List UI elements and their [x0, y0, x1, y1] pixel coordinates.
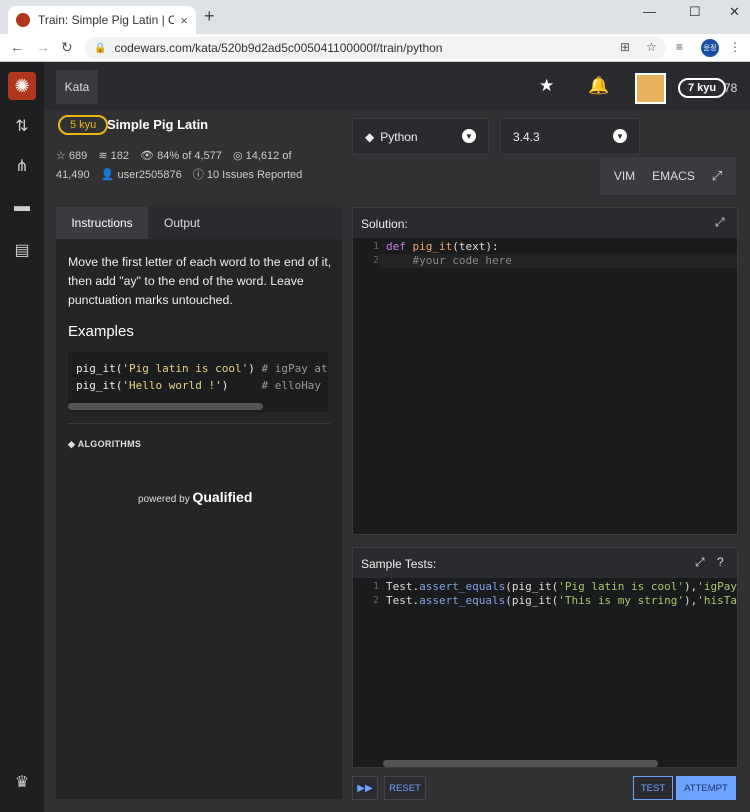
reading-list-icon[interactable]: ≡ — [676, 40, 683, 54]
tab-output[interactable]: Output — [148, 207, 216, 239]
completed-icon: ◎ 14,612 of — [232, 150, 292, 162]
profile-avatar[interactable]: 윤정 — [701, 39, 719, 57]
back-icon[interactable]: ← — [10, 39, 24, 55]
vim-mode-button[interactable]: VIM — [600, 157, 649, 195]
minimize-icon[interactable]: — — [643, 4, 656, 19]
solution-code[interactable]: def pig_it(text): #your code here — [386, 240, 512, 268]
tests-heading: Sample Tests: — [361, 557, 437, 571]
practice-icon[interactable]: ⇅ — [0, 116, 44, 136]
leaderboard-trophy-icon[interactable]: ♛ — [0, 772, 44, 792]
fullscreen-icon[interactable]: ⤢ — [698, 157, 736, 195]
user-rank-badge: 7 kyu — [678, 78, 727, 98]
completed-total: 41,490 — [56, 169, 90, 181]
codewars-logo-icon[interactable]: ✺ — [8, 72, 36, 100]
kata-description: Move the first letter of each word to th… — [68, 255, 332, 307]
satisfaction-icon: 👁 84% of 4,577 — [140, 150, 222, 162]
reset-button[interactable]: RESET — [384, 776, 426, 800]
maximize-icon[interactable]: ☐ — [689, 4, 701, 20]
tests-code[interactable]: Test.assert_equals(pig_it('Pig latin is … — [386, 580, 738, 608]
solution-heading: Solution: — [361, 217, 408, 231]
browser-tab-bar: Train: Simple Pig Latin | Codewars × + —… — [0, 0, 750, 34]
language-select[interactable]: ◆ Python ▼ — [352, 118, 489, 155]
tag-icon: ◆ — [68, 439, 78, 449]
examples-heading: Examples — [68, 323, 134, 340]
example-line: pig_it('Hello world !') # elloHay orld — [76, 379, 328, 392]
translate-icon[interactable]: ⊞ — [620, 40, 630, 54]
kata-rank-badge: 5 kyu — [58, 115, 109, 135]
tab-instructions[interactable]: Instructions — [56, 207, 148, 239]
honor-score: 78 — [724, 81, 738, 95]
example-line: pig_it('Pig latin is cool') # igPay atin… — [76, 362, 328, 375]
browser-menu-icon[interactable]: ⋮ — [729, 40, 741, 54]
chevron-down-icon: ▼ — [613, 129, 627, 143]
issues-icon[interactable]: ⓘ 10 Issues Reported — [193, 169, 302, 181]
discussion-icon[interactable]: ▬ — [0, 198, 44, 216]
test-button[interactable]: TEST — [633, 776, 673, 800]
tests-header: Sample Tests: ⤢ ? — [353, 548, 737, 578]
solution-header: Solution: ⤢ — [353, 208, 737, 238]
panel-tabs: Instructions Output — [56, 207, 342, 239]
action-bar: ▶▶ RESET TEST ATTEMPT — [352, 776, 738, 800]
user-avatar[interactable] — [635, 73, 666, 104]
chevron-down-icon: ▼ — [462, 129, 476, 143]
window-close-icon[interactable]: ✕ — [729, 4, 740, 20]
browser-tab[interactable]: Train: Simple Pig Latin | Codewars × — [8, 6, 196, 34]
kata-title: Simple Pig Latin — [107, 117, 209, 132]
powered-by-qualified[interactable]: powered by Qualified — [138, 489, 252, 505]
star-icon[interactable]: ☆ 689 — [56, 150, 87, 162]
line-numbers: 12 — [372, 241, 379, 266]
kata-button[interactable]: Kata — [56, 70, 98, 104]
kata-stats-row-2: 41,490 👤 user2505876 ⓘ 10 Issues Reporte… — [56, 166, 310, 182]
language-value: Python — [380, 129, 418, 144]
skip-forward-icon[interactable]: ▶▶ — [352, 776, 378, 800]
version-value: 3.4.3 — [513, 129, 540, 144]
expand-icon[interactable]: ⤢ — [715, 215, 725, 230]
attempt-button[interactable]: ATTEMPT — [676, 776, 736, 800]
new-tab-button[interactable]: + — [204, 6, 215, 27]
line-numbers: 12 — [372, 581, 379, 606]
solution-editor: Solution: ⤢ 12 def pig_it(text): #your c… — [352, 207, 738, 535]
python-icon: ◆ — [365, 129, 375, 144]
app-sidebar: ✺ ⇅ ⋔ ▬ ▤ ♛ — [0, 62, 44, 812]
emacs-mode-button[interactable]: EMACS — [649, 157, 698, 195]
collections-icon: ≋ 182 — [98, 150, 129, 162]
tests-scrollbar[interactable] — [383, 760, 658, 767]
close-tab-icon[interactable]: × — [180, 13, 188, 28]
address-bar: ← → ↻ 🔒 codewars.com/kata/520b9d2ad5c005… — [0, 34, 750, 62]
version-select[interactable]: 3.4.3 ▼ — [500, 118, 640, 155]
expand-icon[interactable]: ⤢ — [695, 555, 705, 570]
reload-icon[interactable]: ↻ — [61, 39, 73, 56]
keybinding-mode-group: VIM EMACS — [600, 157, 698, 195]
docs-icon[interactable]: ▤ — [0, 240, 44, 260]
notifications-bell-icon[interactable]: 🔔 — [588, 76, 609, 96]
sample-tests-editor: Sample Tests: ⤢ ? 12 Test.assert_equals(… — [352, 547, 738, 768]
lock-icon: 🔒 — [94, 42, 107, 54]
instructions-panel: Instructions Output Move the first lette… — [56, 207, 342, 799]
tab-title: Train: Simple Pig Latin | Codewars — [38, 13, 175, 27]
forward-icon[interactable]: → — [36, 39, 50, 55]
kata-stats-row-1: ☆ 689 ≋ 182 👁 84% of 4,577 ◎ 14,612 of — [56, 149, 300, 162]
dojo-icon[interactable]: ⋔ — [0, 156, 44, 176]
top-bar: Kata ★ 🔔 7 kyu 78 — [44, 62, 750, 110]
url-text: codewars.com/kata/520b9d2ad5c00504110000… — [114, 41, 443, 55]
codewars-favicon-icon — [16, 13, 30, 27]
bookmark-star-icon[interactable]: ☆ — [646, 40, 657, 54]
tag-algorithms[interactable]: ◆ ALGORITHMS — [68, 439, 141, 450]
author-icon[interactable]: 👤 user2505876 — [101, 169, 182, 181]
help-icon[interactable]: ? — [717, 555, 724, 569]
bookmark-icon[interactable]: ★ — [539, 76, 554, 96]
divider — [68, 423, 330, 424]
examples-scrollbar[interactable] — [68, 403, 263, 410]
url-field[interactable]: 🔒 codewars.com/kata/520b9d2ad5c005041100… — [84, 37, 666, 59]
